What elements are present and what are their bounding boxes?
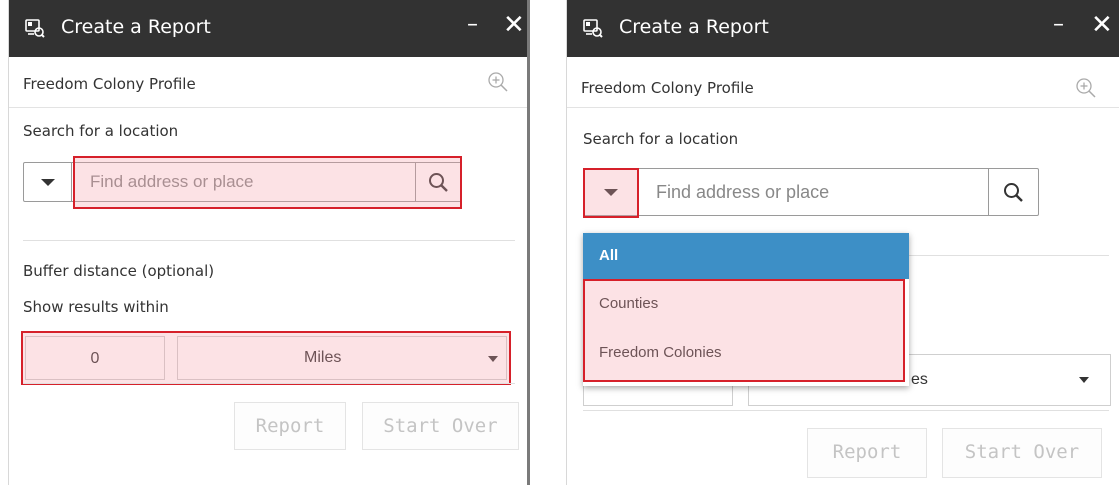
search-box [23, 162, 462, 202]
menu-option-all[interactable]: All [583, 233, 909, 279]
minimize-icon[interactable]: – [1053, 12, 1064, 37]
unit-select-value: Miles [304, 349, 342, 366]
start-over-button[interactable]: Start Over [362, 402, 519, 450]
report-app-icon [583, 19, 603, 38]
report-button[interactable]: Report [234, 402, 346, 450]
close-icon[interactable]: ✕ [503, 10, 525, 40]
zoom-in-icon[interactable] [1075, 77, 1097, 99]
create-report-panel-2: Create a Report – ✕ Freedom Colony Profi… [566, 0, 1119, 485]
close-icon[interactable]: ✕ [1091, 10, 1113, 40]
search-icon [429, 173, 448, 192]
chevron-down-icon [488, 356, 498, 362]
search-button[interactable] [988, 169, 1038, 215]
search-box [583, 168, 1039, 216]
create-report-panel-1: Create a Report – ✕ Freedom Colony Profi… [8, 0, 530, 485]
dropdown-caret-icon [40, 179, 55, 186]
profile-row: Freedom Colony Profile [9, 57, 527, 108]
report-button[interactable]: Report [807, 428, 927, 478]
search-source-dropdown[interactable] [584, 169, 638, 215]
buffer-label: Buffer distance (optional) [23, 262, 215, 280]
divider [23, 383, 515, 384]
within-label: Show results within [23, 298, 169, 316]
profile-row: Freedom Colony Profile [567, 57, 1119, 108]
profile-title: Freedom Colony Profile [23, 75, 196, 93]
search-input[interactable] [72, 163, 415, 201]
divider [23, 240, 515, 241]
unit-select-value: es [911, 371, 928, 388]
titlebar: Create a Report – ✕ [567, 0, 1119, 57]
panel-title: Create a Report [619, 16, 769, 38]
unit-select[interactable]: Miles [177, 336, 507, 380]
panel-title: Create a Report [61, 16, 211, 38]
search-label: Search for a location [583, 130, 739, 148]
zoom-in-icon[interactable] [487, 71, 509, 93]
minimize-icon[interactable]: – [467, 12, 478, 37]
search-button[interactable] [415, 163, 461, 201]
chevron-down-icon [1079, 377, 1089, 383]
search-source-dropdown[interactable] [24, 163, 72, 201]
divider [583, 410, 1109, 411]
search-label: Search for a location [23, 122, 179, 140]
titlebar: Create a Report – ✕ [9, 0, 527, 57]
report-app-icon [25, 19, 45, 38]
menu-option-freedom-colonies[interactable]: Freedom Colonies [599, 344, 722, 361]
search-source-menu: All Counties Freedom Colonies [583, 233, 909, 386]
profile-title: Freedom Colony Profile [581, 79, 754, 97]
menu-option-counties[interactable]: Counties [599, 295, 658, 312]
distance-input[interactable]: 0 [25, 336, 165, 380]
search-input[interactable] [638, 169, 990, 215]
search-icon [1004, 183, 1023, 202]
dropdown-caret-icon [603, 189, 618, 196]
start-over-button[interactable]: Start Over [942, 428, 1102, 478]
